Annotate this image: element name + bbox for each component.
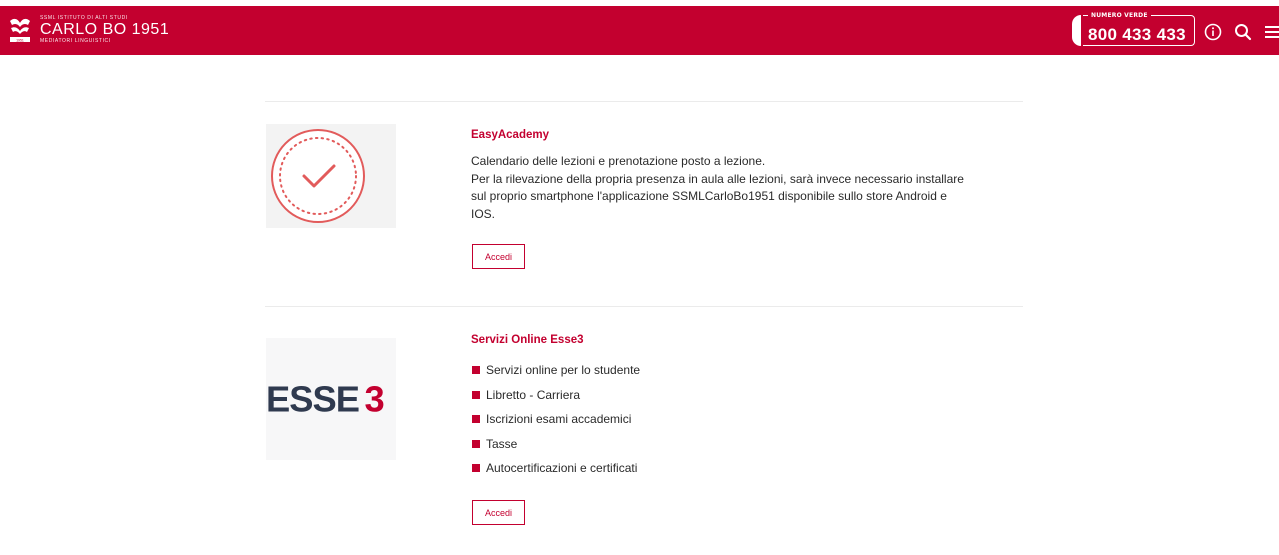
list-item: Tasse: [472, 432, 640, 457]
esse3-logo-graphic: ESSE 3: [266, 379, 385, 419]
list-item-label: Servizi online per lo studente: [486, 363, 641, 378]
easyacademy-accedi-button[interactable]: Accedi: [472, 244, 525, 269]
esse3-logo-number: 3: [364, 379, 384, 419]
checkmark-badge-icon: [266, 124, 396, 228]
list-item-label: Tasse: [486, 436, 518, 451]
logo-emblem-icon: 1951: [10, 18, 30, 42]
menu-icon[interactable]: [1263, 22, 1279, 42]
list-item-label: Libretto - Carriera: [486, 387, 581, 402]
description-line: Per la rilevazione della propria presenz…: [471, 171, 964, 186]
list-item: Autocertificazioni e certificati: [472, 456, 640, 481]
logo-name: CARLO BO 1951: [40, 21, 170, 38]
list-item: Libretto - Carriera: [472, 383, 640, 408]
logo-subtitle-top: SSML ISTITUTO DI ALTI STUDI: [40, 15, 128, 21]
section-divider: [265, 101, 1023, 102]
bullet-square-icon: [472, 439, 480, 448]
bullet-square-icon: [472, 390, 480, 399]
list-item-label: Autocertificazioni e certificati: [486, 461, 638, 476]
toll-free-number[interactable]: NUMERO VERDE 800 433 433: [1072, 12, 1196, 49]
search-icon[interactable]: [1233, 22, 1253, 42]
info-icon[interactable]: [1203, 22, 1223, 42]
esse3-logo: ESSE 3: [266, 338, 396, 460]
description-line: IOS.: [471, 206, 496, 221]
svg-text:1951: 1951: [16, 38, 24, 42]
easyacademy-title: EasyAcademy: [471, 129, 549, 141]
phone-label: NUMERO VERDE: [1088, 12, 1151, 19]
phone-number: 800 433 433: [1088, 25, 1186, 44]
section-divider: [265, 306, 1023, 307]
esse3-services-list: Servizi online per lo studente Libretto …: [472, 358, 640, 481]
esse3-accedi-button[interactable]: Accedi: [472, 500, 525, 525]
phone-bracket-shape: [1072, 15, 1081, 46]
easyacademy-description: Calendario delle lezioni e prenotazione …: [471, 153, 1031, 223]
logo-subtitle-bottom: MEDIATORI LINGUISTICI: [40, 38, 111, 44]
top-header-bar: 1951 SSML ISTITUTO DI ALTI STUDI CARLO B…: [0, 6, 1279, 55]
bullet-square-icon: [472, 464, 480, 473]
site-logo[interactable]: 1951 SSML ISTITUTO DI ALTI STUDI CARLO B…: [8, 14, 169, 46]
esse3-title: Servizi Online Esse3: [471, 334, 584, 346]
description-line: sul proprio smartphone l'applicazione SS…: [471, 189, 947, 203]
list-item-label: Iscrizioni esami accademici: [486, 412, 632, 427]
list-item: Servizi online per lo studente: [472, 358, 640, 383]
bullet-square-icon: [472, 415, 480, 424]
description-line: Calendario delle lezioni e prenotazione …: [471, 154, 766, 168]
list-item: Iscrizioni esami accademici: [472, 407, 640, 432]
bullet-square-icon: [472, 366, 480, 375]
esse3-logo-text: ESSE: [266, 379, 359, 419]
